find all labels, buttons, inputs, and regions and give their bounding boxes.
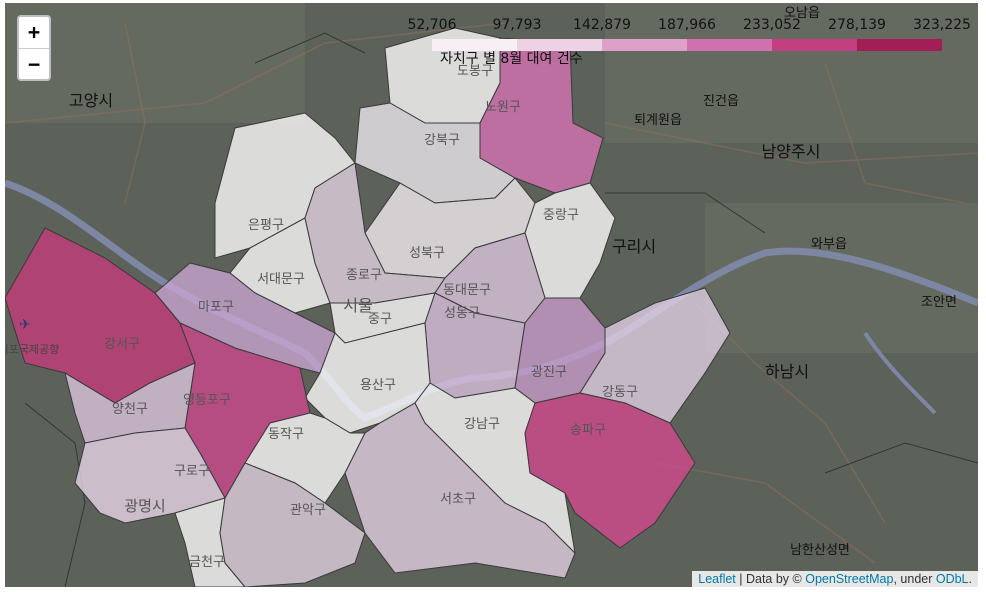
zoom-control: + − xyxy=(17,15,51,81)
legend-tick: 142,879 xyxy=(573,17,631,33)
attribution-text: . xyxy=(968,572,972,586)
airplane-icon: ✈ xyxy=(19,317,31,333)
label-seongbuk: 성북구 xyxy=(409,246,445,261)
label-gwanak: 관악구 xyxy=(290,503,326,518)
odbl-link[interactable]: ODbL xyxy=(936,572,969,586)
label-eunpyeong: 은평구 xyxy=(248,218,284,233)
legend-tick: 187,966 xyxy=(658,17,716,33)
label-jungnang: 중랑구 xyxy=(543,208,579,223)
label-mapo: 마포구 xyxy=(198,300,234,315)
label-gangnam: 강남구 xyxy=(464,417,500,432)
legend-swatch xyxy=(602,39,687,51)
legend-swatch xyxy=(772,39,857,51)
attribution-text: | Data by © xyxy=(735,572,806,586)
label-seodaemun: 서대문구 xyxy=(257,272,305,287)
legend-tick: 233,052 xyxy=(743,17,801,33)
label-seocho: 서초구 xyxy=(440,492,476,507)
place-hanam: 하남시 xyxy=(765,362,809,381)
openstreetmap-link[interactable]: OpenStreetMap xyxy=(805,572,893,586)
map-canvas[interactable]: 도봉구 노원구 강북구 은평구 성북구 중랑구 서대문구 종로구 동대문구 마포… xyxy=(5,3,978,587)
label-gwangjin: 광진구 xyxy=(531,365,567,380)
legend-caption: 자치구 별 8월 대여 건수 xyxy=(440,51,583,67)
zoom-out-button[interactable]: − xyxy=(19,48,49,80)
legend-swatch xyxy=(687,39,772,51)
map-attribution: Leaflet | Data by © OpenStreetMap, under… xyxy=(692,571,978,587)
place-joan: 조안면 xyxy=(921,295,957,310)
map-frame: 도봉구 노원구 강북구 은평구 성북구 중랑구 서대문구 종로구 동대문구 마포… xyxy=(0,0,986,592)
leaflet-link[interactable]: Leaflet xyxy=(698,572,736,586)
legend-tick: 97,793 xyxy=(492,17,542,33)
legend-tick: 323,225 xyxy=(913,17,971,33)
place-guri: 구리시 xyxy=(612,237,656,256)
place-toegyewon: 퇴계원읍 xyxy=(634,113,682,128)
place-goyang: 고양시 xyxy=(69,91,113,110)
label-dongjak: 동작구 xyxy=(268,427,304,442)
label-yeongdeungpo: 영등포구 xyxy=(183,393,231,408)
label-dongdaemun: 동대문구 xyxy=(443,283,491,298)
label-geumcheon: 금천구 xyxy=(189,555,225,570)
attribution-text: , under xyxy=(893,572,936,586)
place-jinjeon: 진건읍 xyxy=(703,94,739,109)
legend-ticks: 52,706 97,793 142,879 187,966 233,052 27… xyxy=(407,17,971,37)
label-songpa: 송파구 xyxy=(570,423,606,438)
label-yangcheon: 양천구 xyxy=(112,402,148,417)
label-gangbuk: 강북구 xyxy=(424,133,460,148)
basemap: 도봉구 노원구 강북구 은평구 성북구 중랑구 서대문구 종로구 동대문구 마포… xyxy=(5,3,978,587)
label-jongno: 종로구 xyxy=(346,268,382,283)
place-seoul: 서울 xyxy=(343,296,372,315)
place-gwangmyeong: 광명시 xyxy=(124,497,165,515)
label-gangdong: 강동구 xyxy=(602,385,638,400)
place-wabu: 와부읍 xyxy=(811,237,847,252)
label-guro: 구로구 xyxy=(174,464,210,479)
legend-swatch xyxy=(857,39,942,51)
label-yongsan: 용산구 xyxy=(360,378,396,393)
label-nowon: 노원구 xyxy=(485,100,521,115)
place-airport: 김포국제공항 xyxy=(5,343,59,356)
color-legend: 52,706 97,793 142,879 187,966 233,052 27… xyxy=(407,17,971,72)
label-gangseo: 강서구 xyxy=(104,337,140,352)
place-namhansanseong: 남한산성면 xyxy=(790,543,850,558)
place-namyangju: 남양주시 xyxy=(762,142,821,161)
legend-tick: 52,706 xyxy=(407,17,457,33)
label-seongdong: 성동구 xyxy=(444,306,480,321)
legend-tick: 278,139 xyxy=(828,17,886,33)
zoom-in-button[interactable]: + xyxy=(19,17,49,48)
